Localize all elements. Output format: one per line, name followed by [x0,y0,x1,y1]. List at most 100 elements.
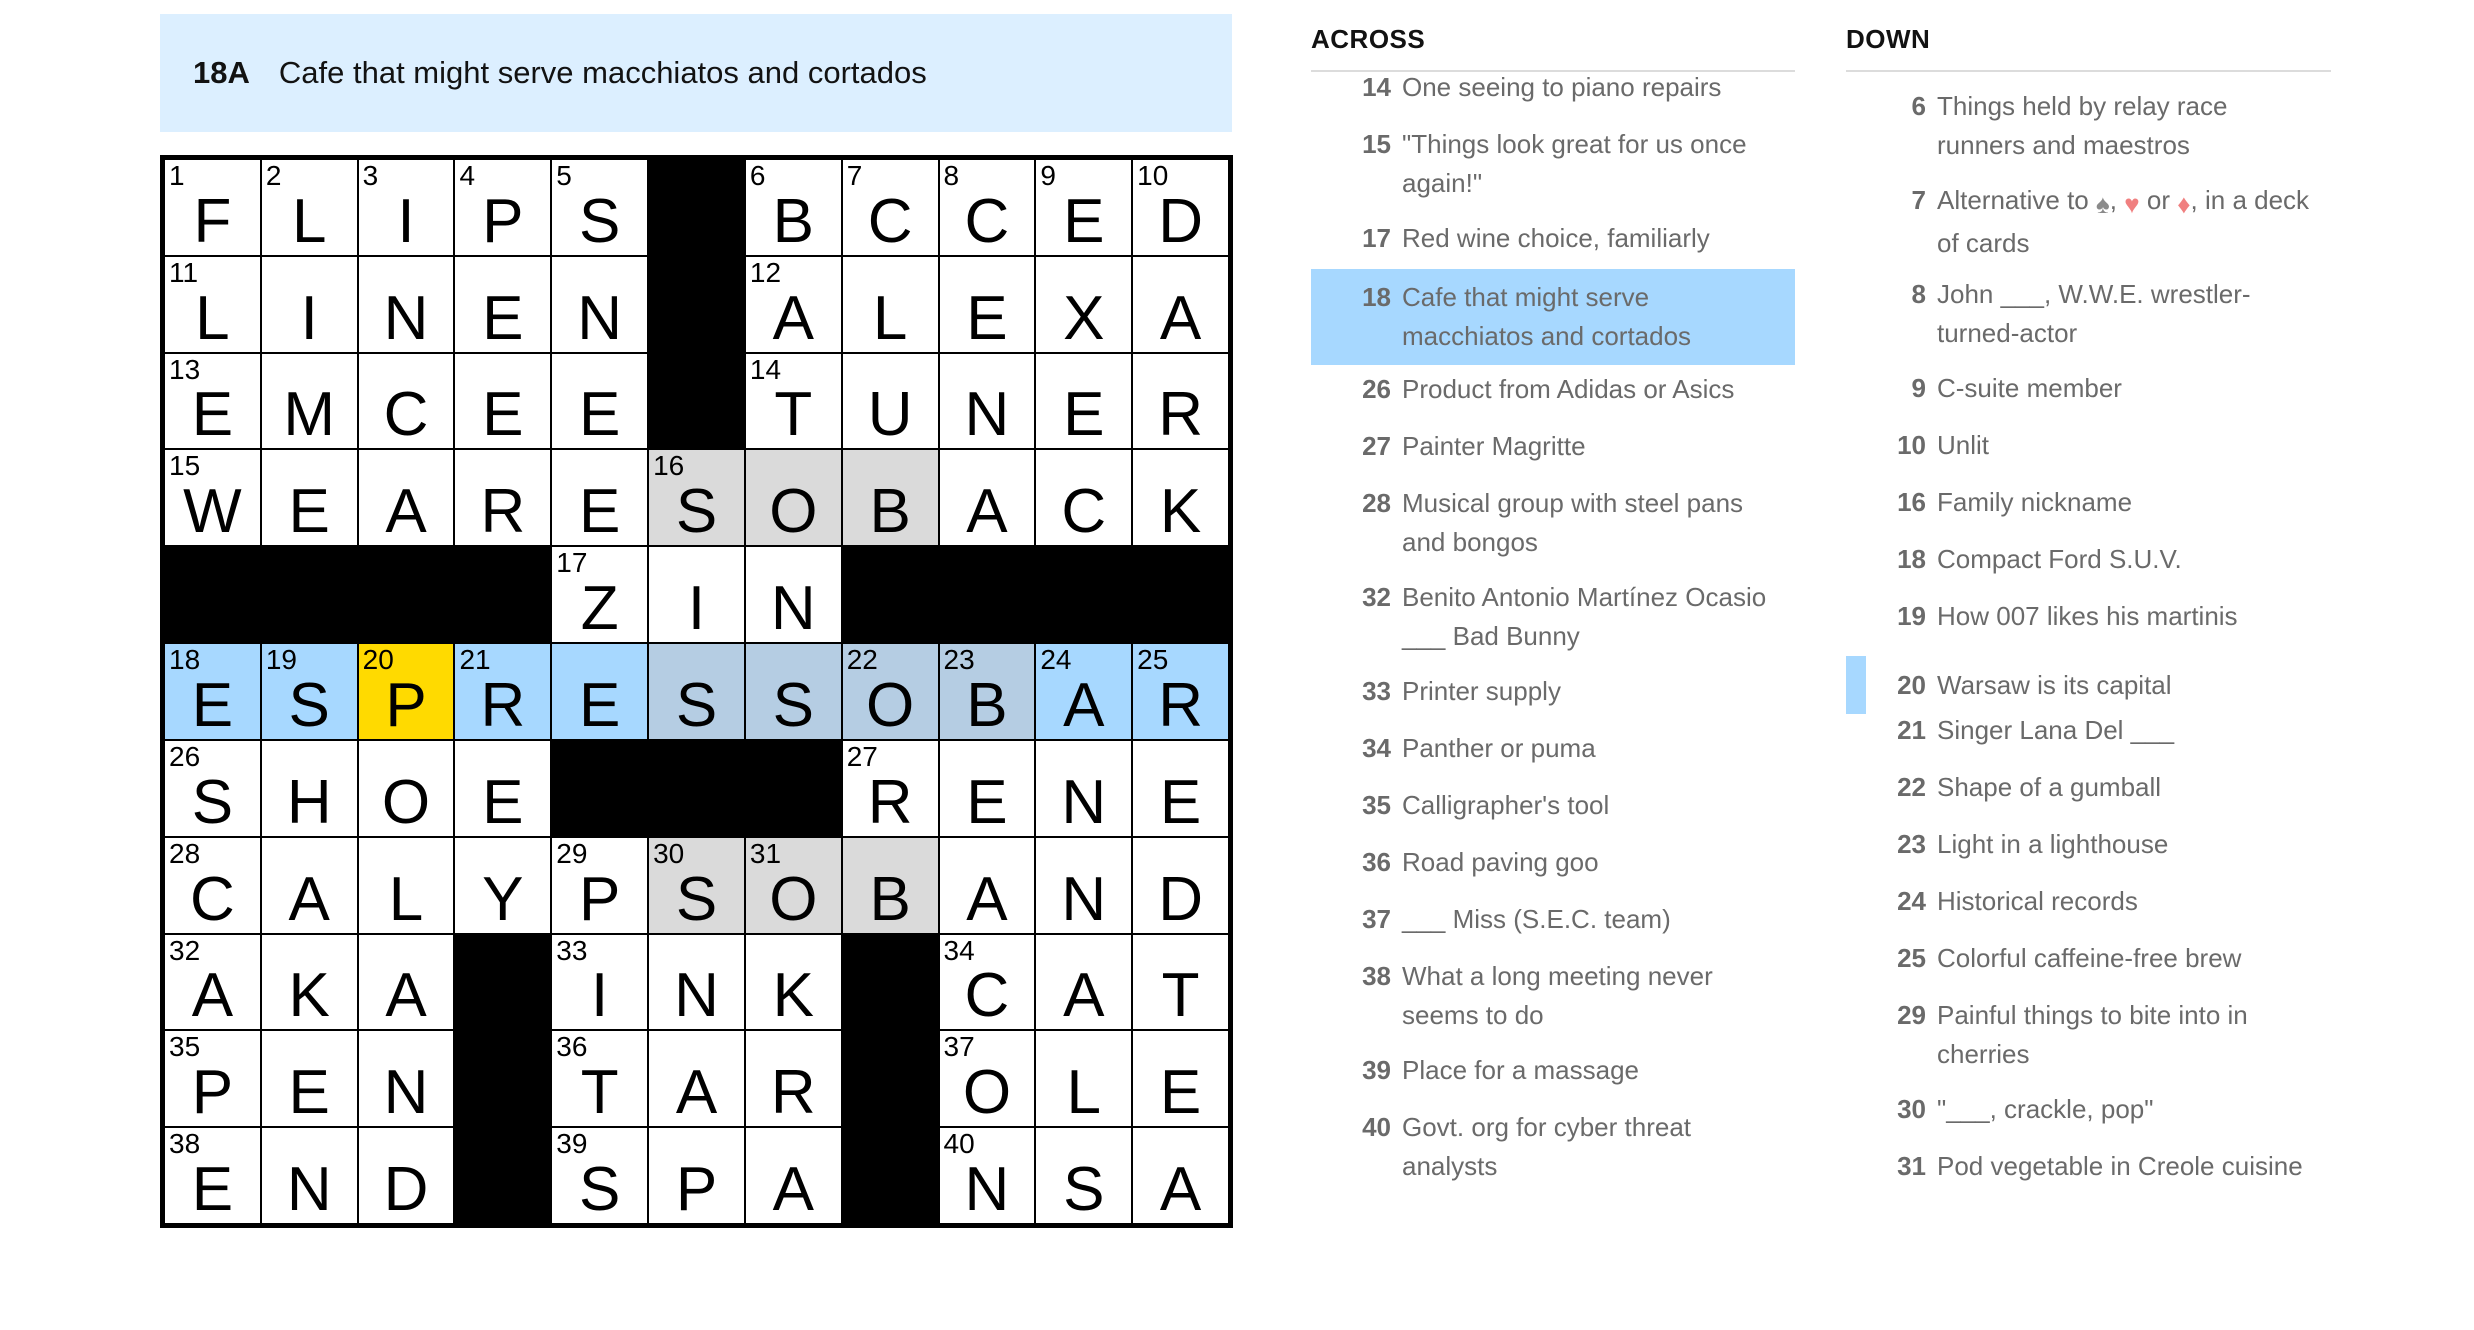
clue-down-10[interactable]: 10 Unlit [1846,426,2331,465]
grid-cell[interactable]: 5S [552,160,648,255]
grid-cell[interactable]: 27 R [842,740,938,836]
grid-cell[interactable]: A [1133,1128,1228,1223]
grid-cell[interactable]: N [1036,740,1132,836]
grid-cell[interactable]: D [358,1128,454,1223]
clue-across-17[interactable]: 17 Red wine choice, familiarly [1311,219,1795,258]
grid-cell[interactable]: K [745,934,841,1030]
clue-across-34[interactable]: 34 Panther or puma [1311,729,1795,768]
grid-cell[interactable]: I [261,256,357,352]
grid-cell[interactable]: 26 S [165,740,260,836]
grid-cell[interactable]: L [358,837,454,933]
grid-cell[interactable]: K [261,934,357,1030]
clue-across-26[interactable]: 26 Product from Adidas or Asics [1311,370,1795,409]
grid-cell[interactable]: T [1133,934,1228,1030]
clue-down-16[interactable]: 16 Family nickname [1846,483,2331,522]
grid-cell[interactable]: 18 E [165,644,260,739]
grid-cell[interactable]: 22 O [842,644,938,739]
grid-cell[interactable]: O [745,450,841,546]
grid-cell[interactable]: 1F [165,160,260,255]
grid-cell[interactable]: E [261,1031,357,1127]
grid-cell[interactable]: 15 W [165,450,260,546]
grid-cell[interactable]: B [842,837,938,933]
grid-cell[interactable]: N [358,256,454,352]
grid-cell[interactable]: N [552,256,648,352]
grid-cell[interactable]: B [842,450,938,546]
grid-cell[interactable]: A [939,450,1035,546]
grid-cell[interactable]: E [552,644,648,739]
grid-cell[interactable]: 12 A [745,256,841,352]
grid-cell[interactable]: 37 O [939,1031,1035,1127]
grid-cell[interactable]: K [1133,450,1228,546]
grid-cell[interactable]: E [939,256,1035,352]
grid-cell[interactable]: I [649,547,744,643]
clue-down-24[interactable]: 24 Historical records [1846,882,2331,921]
grid-cell[interactable]: 23 B [939,644,1035,739]
clue-across-28[interactable]: 28 Musical group with steel pans and bong… [1311,484,1795,562]
grid-cell[interactable]: 7C [842,160,938,255]
crossword-grid[interactable]: 1 F 2 L 3 I 4 P 5 S 6 B 7 C 8 C 9 E 10 D 11 L I N E N 12 A L E X A 13 E M C… [160,155,1233,1228]
grid-cell[interactable]: A [745,1128,841,1223]
clue-across-27[interactable]: 27 Painter Magritte [1311,427,1795,466]
grid-cell[interactable]: E [261,450,357,546]
clue-across-32[interactable]: 32 Benito Antonio Martínez Ocasio ___ Bad… [1311,578,1795,656]
grid-cell[interactable]: 32 A [165,934,260,1030]
grid-cell[interactable]: 38 E [165,1128,260,1223]
grid-cell[interactable]: 40 N [939,1128,1035,1223]
clue-down-29[interactable]: 29 Painful things to bite into in cherrie… [1846,996,2331,1074]
grid-cell[interactable]: 29 P [552,837,648,933]
grid-cell[interactable]: R [1133,353,1228,449]
grid-cell[interactable]: E [552,450,648,546]
grid-cell[interactable]: E [1133,740,1228,836]
grid-cell[interactable]: 24 A [1036,644,1132,739]
grid-cell[interactable]: A [1133,256,1228,352]
grid-cell[interactable]: C [358,353,454,449]
clue-across-18[interactable]: 18 Cafe that might serve macchiatos and c… [1311,269,1795,365]
grid-cell[interactable]: U [842,353,938,449]
grid-cell[interactable]: 11 L [165,256,260,352]
clue-down-23[interactable]: 23 Light in a lighthouse [1846,825,2331,864]
grid-cell[interactable]: 39 S [552,1128,648,1223]
grid-cell[interactable]: 17 Z [552,547,648,643]
grid-cell[interactable]: M [261,353,357,449]
grid-cell[interactable]: A [358,450,454,546]
grid-cell[interactable]: A [1036,934,1132,1030]
grid-cell[interactable]: A [939,837,1035,933]
grid-cell[interactable]: S [649,644,744,739]
grid-cell[interactable]: E [455,740,551,836]
grid-cell[interactable]: 10 D [1133,160,1228,255]
grid-cell[interactable]: 16 S [649,450,744,546]
grid-cell[interactable]: 21 R [455,644,551,739]
clue-down-31[interactable]: 31 Pod vegetable in Creole cuisine [1846,1147,2331,1186]
grid-cell[interactable]: 34 C [939,934,1035,1030]
grid-cell[interactable]: N [649,934,744,1030]
grid-cell[interactable]: O [358,740,454,836]
grid-cell[interactable]: 35 P [165,1031,260,1127]
grid-cell[interactable]: E [455,353,551,449]
grid-cell[interactable]: 33 I [552,934,648,1030]
clue-across-40[interactable]: 40 Govt. org for cyber threat analysts [1311,1108,1795,1186]
grid-cell[interactable]: E [1133,1031,1228,1127]
clue-down-25[interactable]: 25 Colorful caffeine-free brew [1846,939,2331,978]
clue-down-9[interactable]: 9 C-suite member [1846,369,2331,408]
grid-cell[interactable]: 31 O [745,837,841,933]
grid-cell[interactable]: 28 C [165,837,260,933]
grid-cell[interactable]: 25 R [1133,644,1228,739]
grid-cell[interactable]: 8C [939,160,1035,255]
grid-cell[interactable]: L [842,256,938,352]
clue-down-8[interactable]: 8 John ___, W.W.E. wrestler-turned-actor [1846,275,2331,353]
grid-cell[interactable]: S [745,644,841,739]
clue-across-39[interactable]: 39 Place for a massage [1311,1051,1795,1090]
clue-down-6[interactable]: 6 Things held by relay race runners and m… [1846,87,2331,165]
grid-cell[interactable]: 36 T [552,1031,648,1127]
grid-cell[interactable]: E [1036,353,1132,449]
clue-down-19[interactable]: 19 How 007 likes his martinis [1846,597,2331,636]
clue-down-22[interactable]: 22 Shape of a gumball [1846,768,2331,807]
grid-cell[interactable]: X [1036,256,1132,352]
grid-cell[interactable]: 3I [358,160,454,255]
grid-cell[interactable]: N [745,547,841,643]
grid-cell[interactable]: P [649,1128,744,1223]
clue-across-33[interactable]: 33 Printer supply [1311,672,1795,711]
grid-cell[interactable]: R [455,450,551,546]
clue-across-37[interactable]: 37 ___ Miss (S.E.C. team) [1311,900,1795,939]
grid-cell[interactable]: N [358,1031,454,1127]
